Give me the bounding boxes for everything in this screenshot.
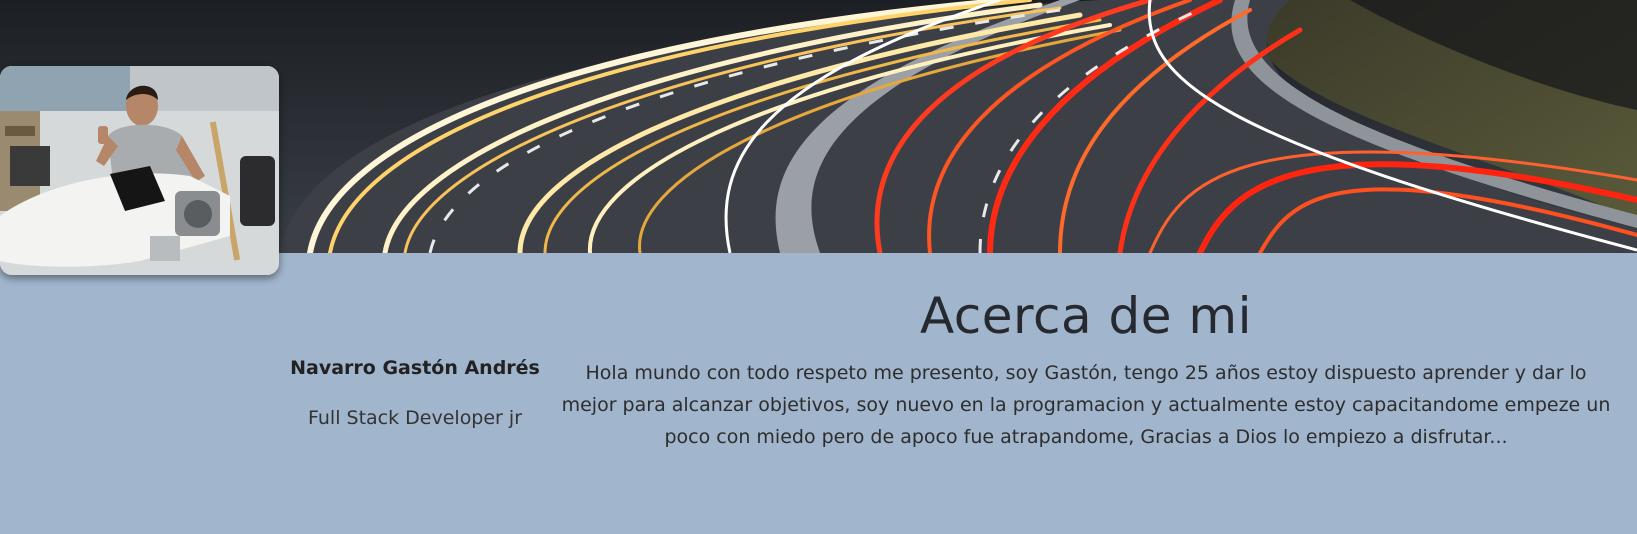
about-text: Hola mundo con todo respeto me presento,… — [561, 362, 1611, 448]
profile-role: Full Stack Developer jr — [307, 407, 523, 429]
profile-photo — [0, 66, 279, 275]
profile-name: Navarro Gastón Andrés — [290, 357, 540, 379]
person-with-aircraft-image — [0, 66, 279, 275]
profile-info: Navarro Gastón Andrés Full Stack Develop… — [290, 352, 540, 431]
about-section: Acerca de mi Hola mundo con todo respeto… — [560, 283, 1612, 453]
about-heading: Acerca de mi — [919, 287, 1253, 345]
